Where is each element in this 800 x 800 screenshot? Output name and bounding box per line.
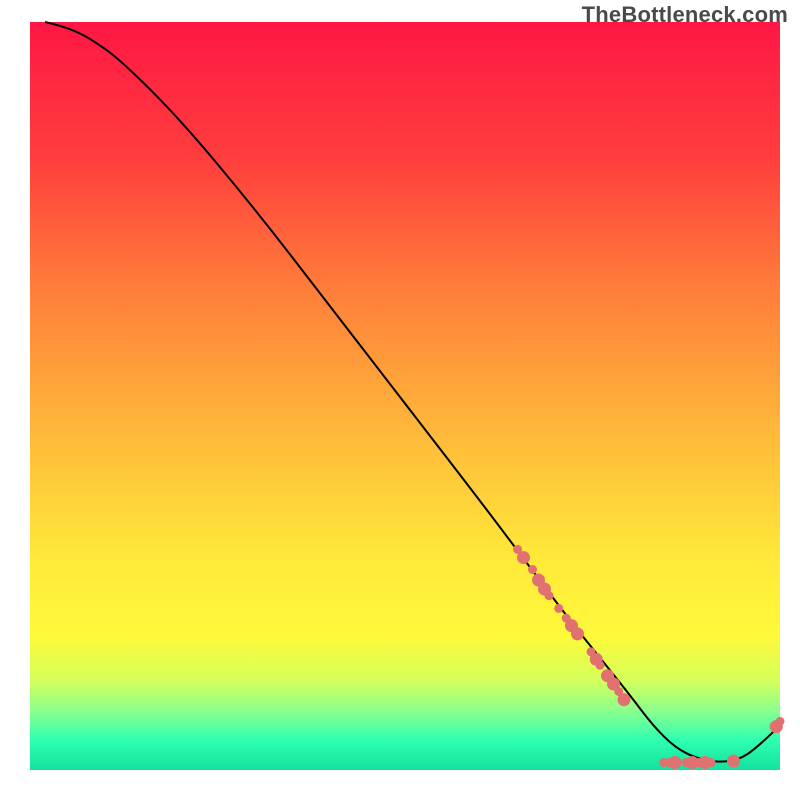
marker-point bbox=[727, 755, 740, 768]
marker-point bbox=[596, 661, 605, 670]
bottleneck-chart bbox=[0, 0, 800, 800]
marker-point bbox=[669, 756, 682, 769]
marker-point bbox=[571, 627, 584, 640]
marker-point bbox=[517, 551, 530, 564]
plot-area bbox=[30, 22, 785, 770]
gradient-background bbox=[30, 22, 780, 770]
marker-point bbox=[528, 565, 537, 574]
marker-point bbox=[776, 717, 785, 726]
marker-point bbox=[707, 758, 716, 767]
chart-container: TheBottleneck.com bbox=[0, 0, 800, 800]
marker-point bbox=[554, 604, 563, 613]
marker-point bbox=[618, 693, 631, 706]
watermark-text: TheBottleneck.com bbox=[582, 2, 788, 28]
marker-point bbox=[545, 591, 554, 600]
